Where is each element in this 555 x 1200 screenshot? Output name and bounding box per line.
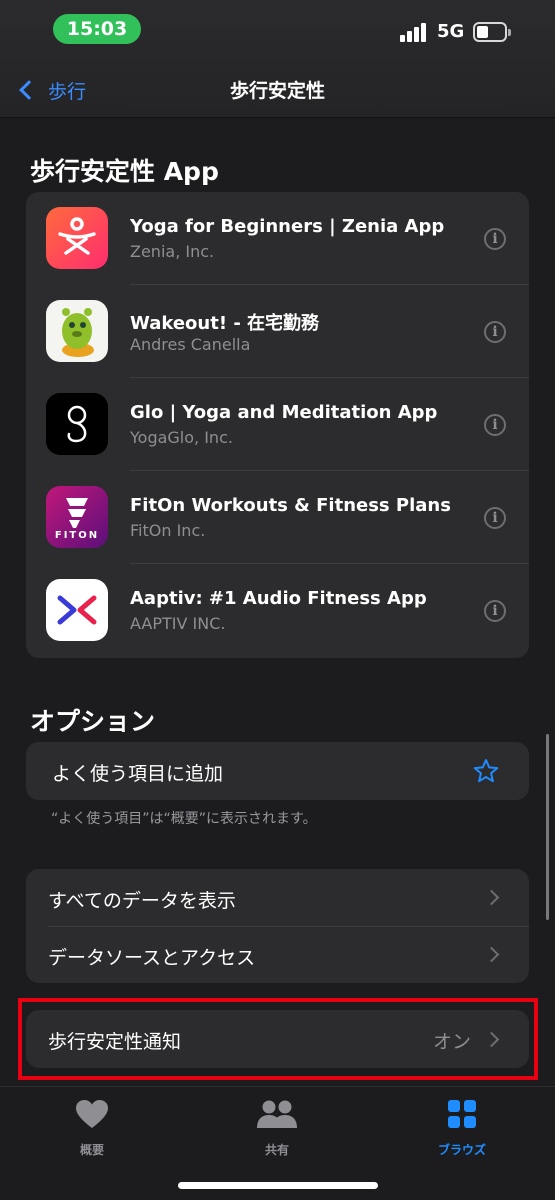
zenia-app-icon <box>46 207 108 269</box>
signal-icon <box>400 22 428 42</box>
app-row-glo[interactable]: Glo | Yoga and Meditation App YogaGlo, I… <box>26 378 529 471</box>
tab-browse[interactable]: ブラウズ <box>407 1099 517 1158</box>
heart-icon <box>76 1100 108 1128</box>
app-name: Yoga for Beginners | Zenia App <box>130 216 445 237</box>
tab-summary-label: 概要 <box>79 1143 104 1157</box>
network-type: 5G <box>437 21 465 42</box>
wakeout-app-icon <box>46 300 108 362</box>
data-options-group: すべてのデータを表示 データソースとアクセス <box>26 869 529 983</box>
app-name: FitOn Workouts & Fitness Plans <box>130 495 451 516</box>
app-name: Wakeout! - 在宅勤務 <box>130 313 320 334</box>
app-row-zenia[interactable]: Yoga for Beginners | Zenia App Zenia, In… <box>26 192 529 285</box>
info-icon[interactable]: i <box>484 600 506 622</box>
app-row-fiton[interactable]: FITON FitOn Workouts & Fitness Plans Fit… <box>26 471 529 564</box>
app-developer: YogaGlo, Inc. <box>130 428 233 447</box>
glo-app-icon <box>46 393 108 455</box>
chevron-right-icon <box>483 946 500 963</box>
data-sources-row[interactable]: データソースとアクセス <box>26 926 529 983</box>
add-favorite-row[interactable]: よく使う項目に追加 <box>26 742 529 800</box>
grid-icon <box>448 1100 476 1128</box>
show-all-data-label: すべてのデータを表示 <box>48 890 236 912</box>
options-section-title: オプション <box>30 707 156 736</box>
apps-section-title: 歩行安定性 App <box>30 157 219 186</box>
home-indicator <box>178 1182 378 1189</box>
info-icon[interactable]: i <box>484 321 506 343</box>
people-icon <box>257 1100 297 1128</box>
app-developer: Zenia, Inc. <box>130 242 215 261</box>
show-all-data-row[interactable]: すべてのデータを表示 <box>26 869 529 926</box>
battery-icon <box>473 22 511 42</box>
tab-summary[interactable]: 概要 <box>37 1099 147 1158</box>
info-icon[interactable]: i <box>484 414 506 436</box>
aaptiv-app-icon <box>46 579 108 641</box>
data-sources-label: データソースとアクセス <box>48 947 256 969</box>
app-developer: AAPTIV INC. <box>130 614 226 633</box>
scroll-indicator <box>546 734 549 920</box>
info-icon[interactable]: i <box>484 507 506 529</box>
app-row-wakeout[interactable]: Wakeout! - 在宅勤務 Andres Canella i <box>26 285 529 378</box>
star-icon[interactable] <box>473 758 499 784</box>
favorite-footnote: “よく使う項目”は“概要”に表示されます。 <box>51 811 317 827</box>
app-name: Aaptiv: #1 Audio Fitness App <box>130 588 427 609</box>
apps-list: Yoga for Beginners | Zenia App Zenia, In… <box>26 192 529 658</box>
app-row-aaptiv[interactable]: Aaptiv: #1 Audio Fitness App AAPTIV INC.… <box>26 564 529 657</box>
app-developer: FitOn Inc. <box>130 521 206 540</box>
tab-sharing-label: 共有 <box>264 1143 289 1157</box>
fiton-icon-text: FITON <box>54 530 100 541</box>
chevron-right-icon <box>483 889 500 906</box>
tab-sharing[interactable]: 共有 <box>222 1099 332 1158</box>
highlight-annotation <box>18 998 538 1080</box>
page-title: 歩行安定性 <box>229 80 325 102</box>
info-icon[interactable]: i <box>484 228 506 250</box>
fiton-app-icon: FITON <box>46 486 108 548</box>
add-favorite-label: よく使う項目に追加 <box>52 763 224 785</box>
app-developer: Andres Canella <box>130 335 251 354</box>
app-name: Glo | Yoga and Meditation App <box>130 402 438 423</box>
tab-browse-label: ブラウズ <box>437 1143 486 1157</box>
status-time: 15:03 <box>53 14 141 44</box>
